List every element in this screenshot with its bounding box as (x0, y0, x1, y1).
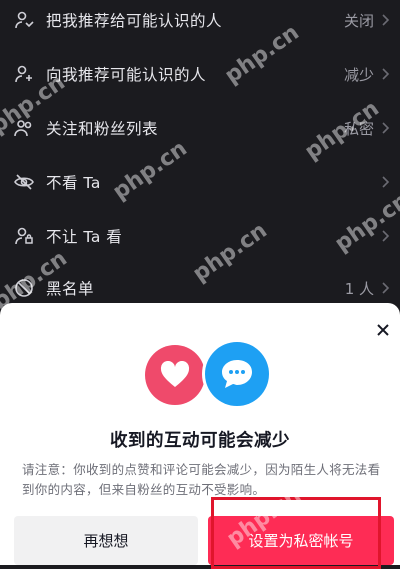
setting-value: 关闭 (343, 11, 374, 30)
chevron-right-icon (382, 68, 390, 80)
heart-icon (160, 361, 190, 387)
setting-row-recommend-me[interactable]: 把我推荐给可能认识的人 关闭 (0, 0, 400, 42)
setting-label: 向我推荐可能认识的人 (46, 66, 207, 84)
close-icon (377, 324, 389, 336)
close-button[interactable] (371, 318, 395, 342)
setting-label: 不让 Ta 看 (46, 228, 123, 246)
chevron-right-icon (382, 176, 390, 188)
setting-value: 1 人 (344, 279, 374, 298)
chevron-right-icon (382, 14, 390, 26)
chevron-right-icon (382, 122, 390, 134)
setting-label: 关注和粉丝列表 (46, 120, 159, 138)
chevron-right-icon (382, 282, 390, 294)
dialog-description: 请注意：你收到的点赞和评论可能会减少，因为陌生人将无法看到你的内容，但来自粉丝的… (22, 462, 381, 497)
comment-badge (205, 342, 269, 406)
setting-value: 减少 (343, 65, 374, 84)
dialog-title: 收到的互动可能会减少 (110, 431, 290, 451)
chat-bubble-icon (222, 360, 252, 388)
person-share-icon (15, 11, 34, 29)
setting-label: 黑名单 (46, 280, 95, 298)
setting-row-hide-their-posts[interactable]: 不看 Ta (0, 160, 400, 204)
eye-off-icon (14, 174, 34, 190)
cancel-button[interactable]: 再想想 (14, 516, 198, 565)
like-badge (145, 345, 205, 405)
setting-label: 不看 Ta (46, 174, 101, 192)
person-lock-icon (15, 227, 33, 245)
setting-label: 把我推荐给可能认识的人 (46, 12, 223, 30)
person-recommend-icon (15, 65, 32, 83)
